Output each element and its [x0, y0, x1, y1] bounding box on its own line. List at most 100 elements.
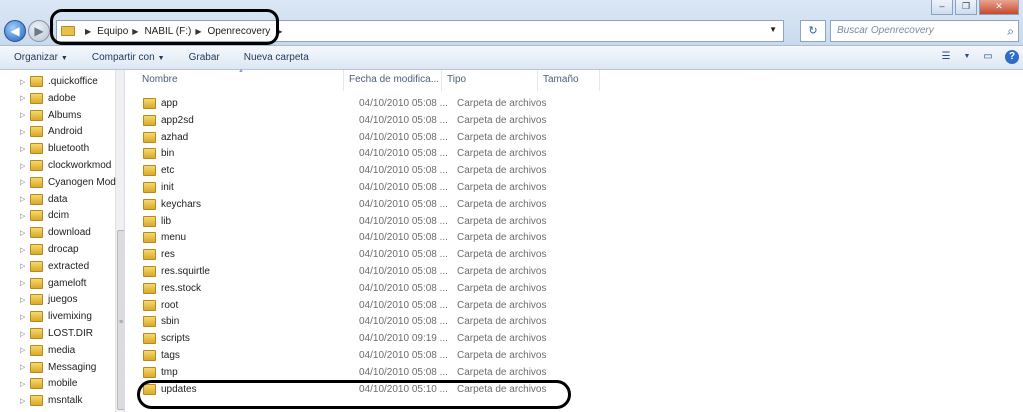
expand-icon[interactable]: ▷ — [20, 229, 25, 237]
file-row[interactable]: app2sd 04/10/2010 05:08 ... Carpeta de arc… — [140, 112, 600, 129]
breadcrumb-label: Openrecovery — [207, 25, 271, 37]
sidebar-item[interactable]: ▷ Albums — [20, 107, 81, 124]
folder-icon — [30, 126, 43, 138]
back-button[interactable]: ◀ — [4, 20, 26, 42]
sidebar-item[interactable]: ▷ media — [20, 342, 75, 359]
sidebar-item[interactable]: ▷ LOST.DIR — [20, 325, 93, 342]
sidebar-item-label: drocap — [48, 244, 79, 255]
file-row[interactable]: app 04/10/2010 05:08 ... Carpeta de archiv… — [140, 95, 600, 112]
file-row[interactable]: init 04/10/2010 05:08 ... Carpeta de archi… — [140, 179, 600, 196]
expand-icon[interactable]: ▷ — [20, 94, 25, 102]
folder-icon — [143, 148, 156, 160]
forward-button[interactable]: ▶ — [28, 20, 50, 42]
column-header-date[interactable]: Fecha de modifica... — [344, 70, 442, 91]
sidebar-item[interactable]: ▷ Messaging — [20, 359, 97, 376]
file-date: 04/10/2010 05:08 ... — [359, 266, 448, 277]
minimize-button[interactable]: – — [931, 0, 953, 15]
expand-icon[interactable]: ▷ — [20, 346, 25, 354]
sidebar-item[interactable]: ▷ download — [20, 224, 91, 241]
view-options-icon[interactable]: ☰ — [939, 50, 953, 64]
file-date: 04/10/2010 05:08 ... — [359, 98, 448, 109]
chevron-down-icon[interactable]: ▼ — [769, 25, 777, 34]
file-name: scripts — [161, 333, 190, 345]
breadcrumb-item[interactable]: ▶ Equipo — [81, 26, 128, 37]
column-header-type[interactable]: Tipo — [442, 70, 538, 91]
expand-icon[interactable]: ▷ — [20, 313, 25, 321]
expand-icon[interactable]: ▷ — [20, 279, 25, 287]
expand-icon[interactable]: ▷ — [20, 145, 25, 153]
sidebar-item[interactable]: ▷ bluetooth — [20, 140, 89, 157]
file-row[interactable]: root 04/10/2010 05:08 ... Carpeta de archi… — [140, 297, 600, 314]
expand-icon[interactable]: ▷ — [20, 397, 25, 405]
expand-icon[interactable]: ▷ — [20, 262, 25, 270]
file-row[interactable]: etc 04/10/2010 05:08 ... Carpeta de archiv… — [140, 162, 600, 179]
close-button[interactable]: ✕ — [979, 0, 1019, 15]
file-row[interactable]: azhad 04/10/2010 05:08 ... Carpeta de arch… — [140, 129, 600, 146]
sidebar-item[interactable]: ▷ dcim — [20, 207, 69, 224]
expand-icon[interactable]: ▷ — [20, 195, 25, 203]
column-header-size[interactable]: Tamaño — [538, 70, 600, 91]
burn-button[interactable]: Grabar — [189, 52, 220, 63]
search-input[interactable]: Buscar Openrecovery ⌕ — [830, 20, 1019, 42]
folder-icon — [143, 114, 156, 126]
expand-icon[interactable]: ▷ — [20, 162, 25, 170]
share-button[interactable]: Compartir con ▼ — [92, 52, 165, 63]
folder-icon — [30, 76, 43, 87]
column-header-label: Nombre — [142, 74, 178, 85]
sidebar-item[interactable]: ▷ msntalk — [20, 392, 82, 409]
maximize-button[interactable]: ❐ — [955, 0, 977, 15]
file-row[interactable]: res.stock 04/10/2010 05:08 ... Carpeta de … — [140, 280, 600, 297]
breadcrumb-item[interactable]: ▶ Openrecovery ▶ — [191, 26, 288, 37]
sidebar-item[interactable]: ▷ mobile — [20, 375, 77, 392]
sidebar-item[interactable]: ▷ extracted — [20, 258, 89, 275]
file-row[interactable]: tags 04/10/2010 05:08 ... Carpeta de archi… — [140, 347, 600, 364]
expand-icon[interactable]: ▷ — [20, 296, 25, 304]
address-bar[interactable]: ▶ Equipo ▶ NABIL (F:) ▶ Openrecovery ▶ ▼ — [56, 20, 784, 42]
file-name: init — [161, 182, 174, 193]
organize-button[interactable]: Organizar ▼ — [14, 52, 68, 63]
sidebar-item[interactable]: ▷ juegos — [20, 291, 77, 308]
sidebar-item[interactable]: ▷ clockworkmod — [20, 157, 111, 174]
expand-icon[interactable]: ▷ — [20, 330, 25, 338]
folder-icon — [30, 378, 43, 390]
file-row[interactable]: res.squirtle 04/10/2010 05:08 ... Carpeta … — [140, 263, 600, 280]
sidebar-item[interactable]: ▷ Cyanogen Mod — [20, 174, 116, 191]
expand-icon[interactable]: ▷ — [20, 380, 25, 388]
sidebar-item[interactable]: ▷ data — [20, 191, 67, 208]
file-row[interactable]: tmp 04/10/2010 05:08 ... Carpeta de archiv… — [140, 364, 600, 381]
refresh-button[interactable]: ↻ — [800, 20, 826, 42]
new-folder-button[interactable]: Nueva carpeta — [244, 52, 309, 63]
file-row[interactable]: bin 04/10/2010 05:08 ... Carpeta de archiv… — [140, 145, 600, 162]
chevron-down-icon[interactable]: ▼ — [963, 50, 971, 64]
sidebar-scrollbar[interactable]: ≡ — [115, 70, 124, 412]
folder-icon — [143, 182, 156, 193]
file-row[interactable]: menu 04/10/2010 05:08 ... Carpeta de archi… — [140, 229, 600, 246]
scrollbar-thumb[interactable]: ≡ — [117, 230, 124, 410]
file-name: bin — [161, 148, 175, 160]
sidebar-item[interactable]: ▷ gameloft — [20, 275, 86, 292]
file-row[interactable]: keychars 04/10/2010 05:08 ... Carpeta de a… — [140, 196, 600, 213]
file-row[interactable]: lib 04/10/2010 05:08 ... Carpeta de archiv… — [140, 213, 600, 230]
sidebar-item[interactable]: ▷ adobe — [20, 90, 76, 107]
expand-icon[interactable]: ▷ — [20, 128, 25, 136]
help-icon[interactable]: ? — [1005, 50, 1019, 64]
expand-icon[interactable]: ▷ — [20, 178, 25, 186]
file-row[interactable]: sbin 04/10/2010 05:08 ... Carpeta de archi… — [140, 313, 600, 330]
preview-pane-icon[interactable]: ▭ — [981, 50, 995, 64]
expand-icon[interactable]: ▷ — [20, 78, 25, 86]
expand-icon[interactable]: ▷ — [20, 212, 25, 220]
sidebar-item[interactable]: ▷ Android — [20, 123, 82, 140]
sidebar-item-label: Messaging — [48, 361, 97, 373]
file-name: tags — [161, 350, 180, 361]
file-row[interactable]: updates 04/10/2010 05:10 ... Carpeta de ar… — [140, 381, 600, 398]
expand-icon[interactable]: ▷ — [20, 111, 25, 119]
sidebar-item[interactable]: ▷ drocap — [20, 241, 79, 258]
file-row[interactable]: scripts 04/10/2010 09:19 ... Carpeta de ar… — [140, 330, 600, 347]
expand-icon[interactable]: ▷ — [20, 246, 25, 254]
expand-icon[interactable]: ▷ — [20, 363, 25, 371]
sidebar-item[interactable]: ▷ livemixing — [20, 308, 92, 325]
search-icon[interactable]: ⌕ — [1007, 21, 1014, 41]
sidebar-item[interactable]: ▷ .quickoffice — [20, 73, 98, 90]
breadcrumb-item[interactable]: ▶ NABIL (F:) — [128, 26, 191, 37]
file-row[interactable]: res 04/10/2010 05:08 ... Carpeta de archiv… — [140, 246, 600, 263]
